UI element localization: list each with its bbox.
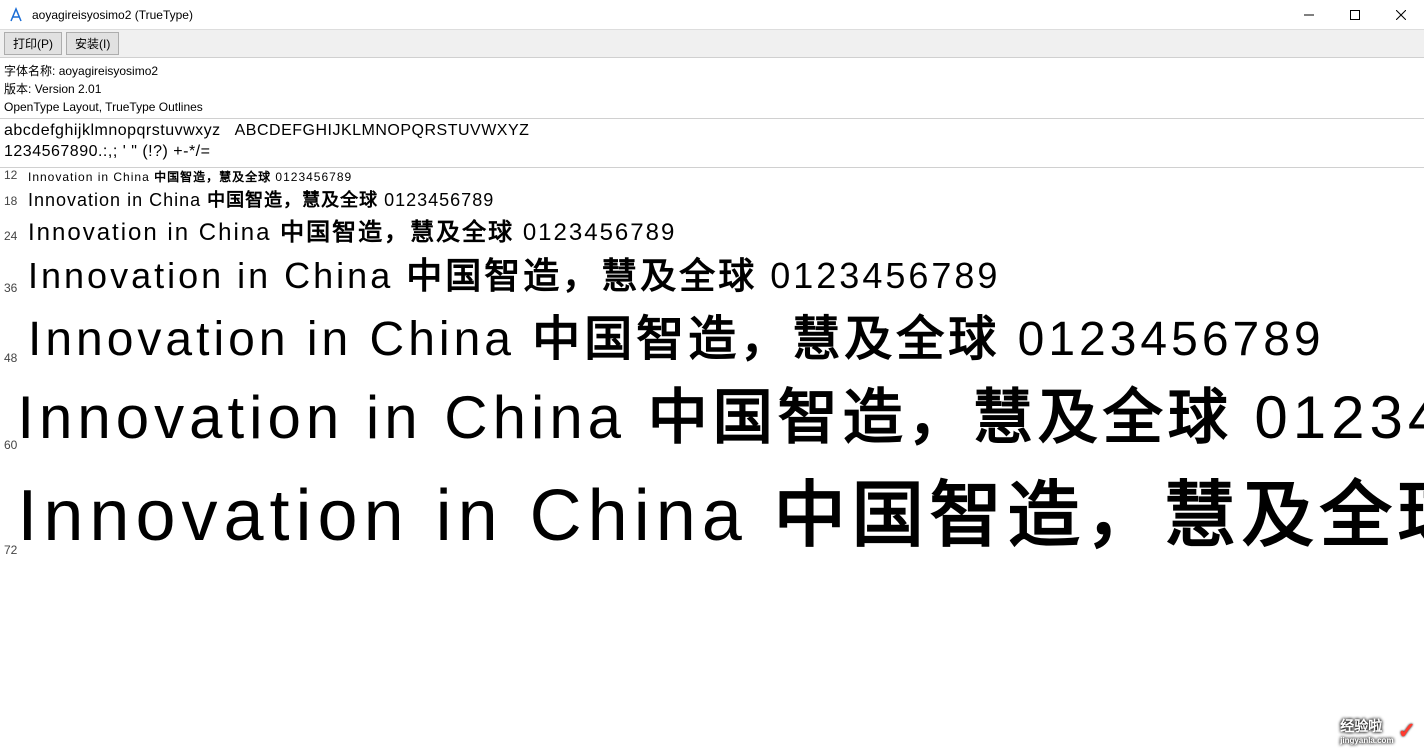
close-button[interactable] xyxy=(1378,0,1424,30)
toolbar: 打印(P) 安装(I) xyxy=(0,30,1424,58)
size-label: 48 xyxy=(4,351,28,369)
font-name-value: aoyagireisyosimo2 xyxy=(59,64,158,78)
sample-row-18: 18Innovation in China 中国智造，慧及全球 01234567… xyxy=(0,186,1424,212)
size-label: 18 xyxy=(4,194,28,212)
size-label: 60 xyxy=(4,438,17,456)
alphabet-preview: abcdefghijklmnopqrstuvwxyz ABCDEFGHIJKLM… xyxy=(0,119,1424,168)
sample-text: Innovation in China 中国智造，慧及全球 0123456789 xyxy=(28,299,1325,369)
watermark-sub: jingyanla.com xyxy=(1340,736,1393,745)
version-label: 版本: xyxy=(4,82,31,96)
sample-row-24: 24Innovation in China 中国智造，慧及全球 01234567… xyxy=(0,212,1424,247)
font-name-row: 字体名称: aoyagireisyosimo2 xyxy=(4,62,1420,80)
size-label: 12 xyxy=(4,168,28,186)
sample-text: Innovation in China 中国智造，慧及全球 0123456789 xyxy=(28,168,352,185)
window-controls xyxy=(1286,0,1424,30)
lowercase-letters: abcdefghijklmnopqrstuvwxyz xyxy=(4,122,221,139)
sample-text: Innovation in China 中国智造，慧及全球 0123456789 xyxy=(28,247,1000,299)
minimize-icon xyxy=(1304,10,1314,20)
uppercase-letters: ABCDEFGHIJKLMNOPQRSTUVWXYZ xyxy=(235,122,530,139)
font-app-icon xyxy=(8,7,24,23)
maximize-icon xyxy=(1350,10,1360,20)
sample-row-12: 12Innovation in China 中国智造，慧及全球 01234567… xyxy=(0,168,1424,186)
watermark: 经验啦 jingyanla.com ✓ xyxy=(1340,716,1416,745)
install-button[interactable]: 安装(I) xyxy=(66,32,119,55)
sample-row-60: 60Innovation in China 中国智造，慧及全球 01234567… xyxy=(0,369,1424,456)
digits-symbols: 1234567890.:,; ' " (!?) +-*/= xyxy=(4,142,1420,163)
layout-info: OpenType Layout, TrueType Outlines xyxy=(4,98,1420,116)
sample-text: Innovation in China 中国智造，慧及全球 0123456789 xyxy=(28,212,676,247)
size-label: 24 xyxy=(4,229,28,247)
sample-text: Innovation in China 中国智造，慧及全球 0123456789 xyxy=(17,369,1424,456)
watermark-text: 经验啦 jingyanla.com xyxy=(1340,716,1393,745)
print-button[interactable]: 打印(P) xyxy=(4,32,62,55)
version-value: Version 2.01 xyxy=(35,82,102,96)
window-title: aoyagireisyosimo2 (TrueType) xyxy=(32,8,1286,22)
checkmark-icon: ✓ xyxy=(1398,718,1416,744)
close-icon xyxy=(1396,10,1406,20)
window-titlebar: aoyagireisyosimo2 (TrueType) xyxy=(0,0,1424,30)
sample-text: Innovation in China 中国智造，慧及全球 0123456789 xyxy=(28,186,494,212)
minimize-button[interactable] xyxy=(1286,0,1332,30)
size-label: 36 xyxy=(4,281,28,299)
watermark-main: 经验啦 xyxy=(1340,718,1382,734)
sample-row-72: 72Innovation in China 中国智造，慧及全球 01234567… xyxy=(0,456,1424,561)
sample-row-48: 48Innovation in China 中国智造，慧及全球 01234567… xyxy=(0,299,1424,369)
alphabet-line-1: abcdefghijklmnopqrstuvwxyz ABCDEFGHIJKLM… xyxy=(4,121,1420,142)
size-label: 72 xyxy=(4,543,17,561)
maximize-button[interactable] xyxy=(1332,0,1378,30)
sample-text-list: 12Innovation in China 中国智造，慧及全球 01234567… xyxy=(0,168,1424,561)
sample-text: Innovation in China 中国智造，慧及全球 0123456789 xyxy=(17,456,1424,561)
sample-row-36: 36Innovation in China 中国智造，慧及全球 01234567… xyxy=(0,247,1424,299)
font-name-label: 字体名称: xyxy=(4,64,55,78)
version-row: 版本: Version 2.01 xyxy=(4,80,1420,98)
font-metadata: 字体名称: aoyagireisyosimo2 版本: Version 2.01… xyxy=(0,58,1424,119)
